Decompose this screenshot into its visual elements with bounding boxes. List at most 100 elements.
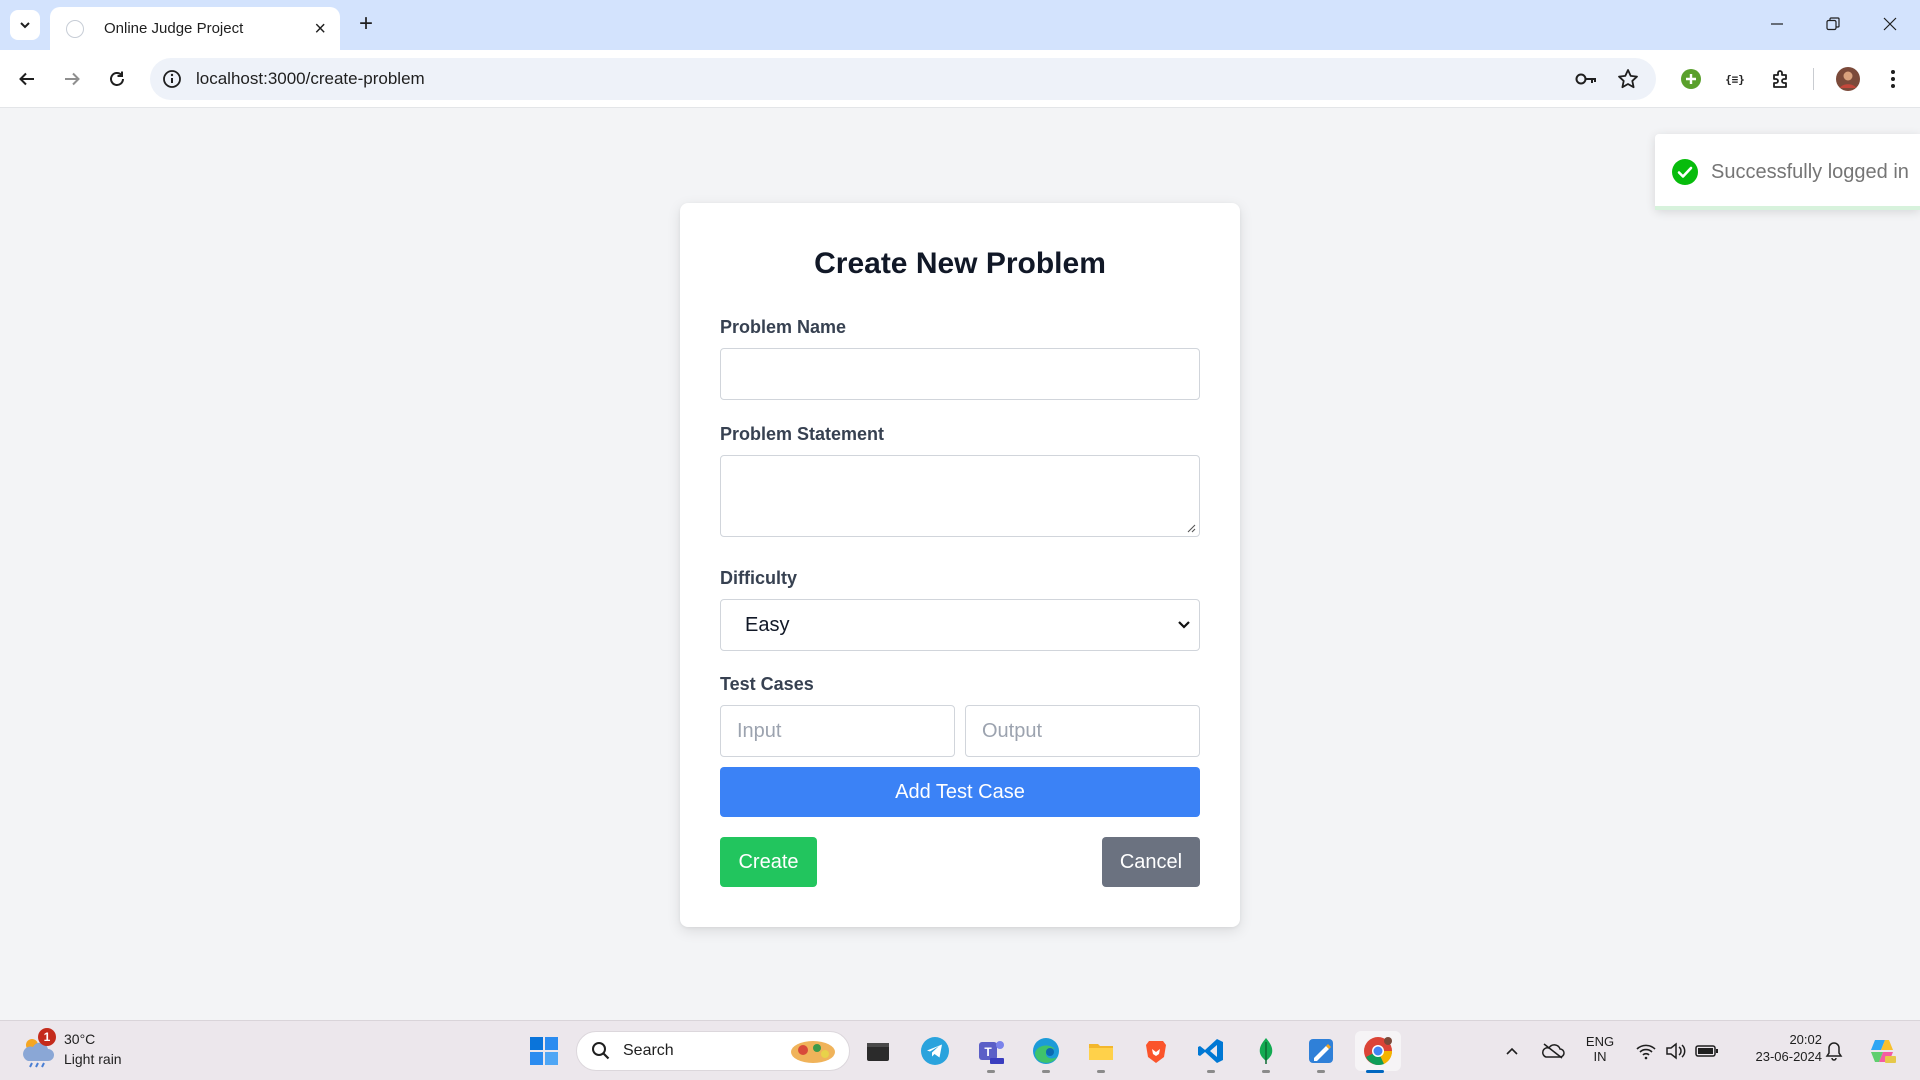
problem-name-label: Problem Name xyxy=(720,317,847,337)
difficulty-label: Difficulty xyxy=(720,568,798,588)
site-info-icon[interactable] xyxy=(160,67,184,91)
extensions-puzzle-icon[interactable] xyxy=(1766,64,1796,94)
quick-settings-button[interactable] xyxy=(1627,1031,1727,1071)
running-indicator xyxy=(1042,1070,1050,1073)
browser-tab[interactable]: Online Judge Project × xyxy=(50,7,340,50)
taskbar-app-brave[interactable] xyxy=(1136,1031,1176,1071)
problem-statement-textarea[interactable] xyxy=(721,456,1199,536)
vscode-icon xyxy=(1198,1039,1223,1063)
search-label: Search xyxy=(623,1042,674,1059)
add-test-case-button[interactable]: Add Test Case xyxy=(720,767,1200,817)
copilot-icon xyxy=(1871,1040,1896,1063)
test-cases-label: Test Cases xyxy=(720,674,814,694)
taskbar-app-edge[interactable] xyxy=(1026,1031,1066,1073)
difficulty-select[interactable]: Easy xyxy=(720,599,1200,651)
minimize-icon xyxy=(1771,23,1783,25)
language-secondary: IN xyxy=(1593,1049,1607,1064)
close-window-button[interactable] xyxy=(1870,10,1910,38)
wifi-icon xyxy=(1636,1044,1656,1060)
file-explorer-dark-icon xyxy=(867,1043,889,1061)
profile-avatar[interactable] xyxy=(1833,64,1863,94)
taskbar-app-chrome[interactable] xyxy=(1355,1031,1401,1073)
clock[interactable]: 20:02 23-06-2024 xyxy=(1734,1032,1823,1064)
show-hidden-icons-button[interactable] xyxy=(1492,1031,1532,1071)
test-case-output[interactable] xyxy=(966,706,1199,756)
running-indicator xyxy=(1097,1070,1105,1073)
problem-name-input[interactable] xyxy=(721,349,1199,399)
bell-icon xyxy=(1825,1042,1843,1061)
brave-icon xyxy=(1146,1041,1166,1063)
new-tab-button[interactable]: + xyxy=(352,11,380,39)
toolbar-separator xyxy=(1813,68,1814,90)
test-case-input-field[interactable] xyxy=(720,705,955,757)
taskbar-app-mongodb-compass[interactable] xyxy=(1246,1031,1286,1073)
language-primary: ENG xyxy=(1585,1034,1615,1049)
minimize-button[interactable] xyxy=(1757,10,1797,38)
problem-name-field[interactable] xyxy=(720,348,1200,400)
tab-search-button[interactable] xyxy=(10,10,40,40)
taskbar-app-paint[interactable] xyxy=(1301,1031,1341,1073)
weather-description: Light rain xyxy=(64,1051,122,1067)
telegram-icon xyxy=(921,1037,949,1065)
page-title: Create New Problem xyxy=(814,247,1106,280)
browser-tab-bar: Online Judge Project × + xyxy=(0,0,1920,50)
close-icon xyxy=(1883,17,1897,31)
test-case-output-field[interactable] xyxy=(965,705,1200,757)
cancel-button[interactable]: Cancel xyxy=(1102,837,1200,887)
notifications-button[interactable] xyxy=(1814,1031,1854,1071)
chevron-down-icon xyxy=(1178,621,1190,629)
running-indicator xyxy=(987,1070,995,1073)
test-case-input[interactable] xyxy=(721,706,954,756)
reload-button[interactable] xyxy=(99,61,135,97)
problem-statement-label: Problem Statement xyxy=(720,424,885,444)
forward-button[interactable] xyxy=(54,61,90,97)
reload-icon xyxy=(110,71,124,86)
restore-button[interactable] xyxy=(1813,10,1853,38)
taskbar-app-file-explorer-dark[interactable] xyxy=(858,1031,898,1071)
bookmark-star-icon[interactable] xyxy=(1616,67,1640,91)
running-indicator xyxy=(1317,1070,1325,1073)
chevron-up-icon xyxy=(1506,1047,1518,1055)
paint-icon xyxy=(1309,1039,1333,1063)
windows-start-icon xyxy=(530,1037,558,1065)
password-key-icon[interactable] xyxy=(1574,67,1598,91)
back-button[interactable] xyxy=(9,61,45,97)
battery-icon xyxy=(1695,1045,1718,1057)
chevron-down-icon xyxy=(20,22,30,29)
extension-json-icon[interactable]: {≡} xyxy=(1720,64,1750,94)
copilot-button[interactable] xyxy=(1860,1031,1904,1071)
clock-date: 23-06-2024 xyxy=(1755,1049,1823,1064)
extension-green-plus-icon[interactable] xyxy=(1676,64,1706,94)
create-button[interactable]: Create xyxy=(720,837,817,887)
tab-close-icon[interactable]: × xyxy=(314,19,326,39)
resize-grip-icon[interactable] xyxy=(1186,523,1196,533)
running-indicator xyxy=(1207,1070,1215,1073)
onedrive-offline-icon xyxy=(1542,1043,1565,1059)
taskbar-app-telegram[interactable] xyxy=(915,1031,955,1071)
success-toast[interactable]: Successfully logged in xyxy=(1655,134,1920,210)
file-explorer-icon xyxy=(1089,1044,1113,1060)
toast-progress-bar xyxy=(1655,206,1920,210)
mongodb-compass-icon xyxy=(1259,1038,1273,1064)
address-bar[interactable]: localhost:3000/create-problem xyxy=(150,58,1656,100)
svg-text:{≡}: {≡} xyxy=(1725,73,1745,86)
weather-badge: 1 xyxy=(38,1028,56,1046)
taskbar-search[interactable]: Search xyxy=(576,1031,850,1071)
browser-menu-icon[interactable] xyxy=(1878,64,1908,94)
taskbar-app-file-explorer[interactable] xyxy=(1081,1031,1121,1073)
search-highlight-illustration-icon xyxy=(791,1041,835,1063)
tab-title: Online Judge Project xyxy=(104,20,244,37)
start-button[interactable] xyxy=(524,1031,564,1071)
create-problem-card: Create New Problem Problem Name Problem … xyxy=(680,203,1240,927)
url-text[interactable]: localhost:3000/create-problem xyxy=(196,69,425,89)
input-language-indicator[interactable]: ENG IN xyxy=(1578,1034,1622,1064)
onedrive-button[interactable] xyxy=(1533,1031,1573,1071)
problem-statement-field[interactable] xyxy=(720,455,1200,537)
teams-icon: T xyxy=(979,1041,1004,1064)
search-icon xyxy=(592,1042,610,1060)
running-indicator xyxy=(1262,1070,1270,1073)
taskbar-app-teams[interactable]: T xyxy=(971,1031,1011,1073)
taskbar-app-vscode[interactable] xyxy=(1191,1031,1231,1073)
weather-widget[interactable]: 1 30°C Light rain xyxy=(20,1028,150,1073)
check-circle-icon xyxy=(1672,159,1698,185)
